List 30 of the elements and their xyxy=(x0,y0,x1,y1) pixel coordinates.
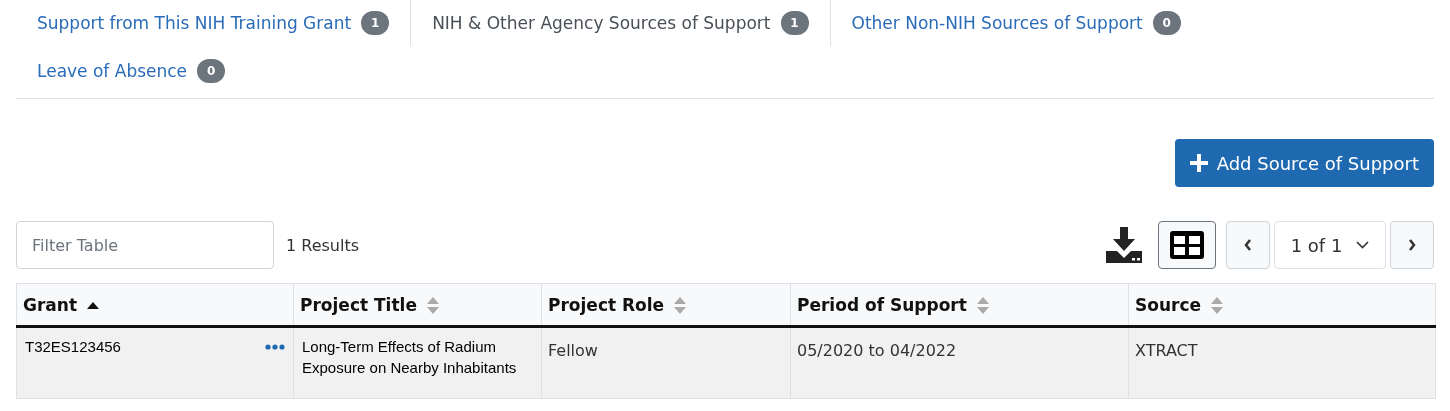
tab[interactable]: Leave of Absence 0 xyxy=(16,59,247,83)
tab[interactable]: Other Non-NIH Sources of Support 0 xyxy=(830,11,1202,35)
chevron-left-icon xyxy=(1244,239,1252,251)
filter-field[interactable]: Filter Table xyxy=(16,221,274,269)
column-header[interactable]: Period of Support xyxy=(790,283,1129,327)
chevron-right-icon xyxy=(1408,239,1416,251)
more-options-icon[interactable] xyxy=(265,344,285,350)
table-cell: Fellow xyxy=(541,326,791,399)
count-badge: 1 xyxy=(780,11,809,35)
chevron-down-icon xyxy=(1356,241,1370,249)
table-cell: XTRACT xyxy=(1128,326,1436,399)
results-count: 1 Results xyxy=(286,235,361,255)
add-source-button[interactable]: Add Source of Support xyxy=(1174,139,1434,187)
column-header[interactable]: Project Title xyxy=(293,283,542,327)
table-cell-text: T32ES123456 xyxy=(25,337,121,357)
column-header[interactable]: Source xyxy=(1128,283,1436,327)
column-header[interactable]: Project Role xyxy=(541,283,791,327)
table-icon xyxy=(1170,231,1204,259)
download-icon[interactable] xyxy=(1106,227,1142,263)
count-badge: 0 xyxy=(1152,11,1181,35)
page-select[interactable]: 1 of 1 xyxy=(1274,221,1386,269)
table-cell: 05/2020 to 04/2022 xyxy=(790,326,1129,399)
tab[interactable]: NIH & Other Agency Sources of Support 1 xyxy=(411,11,830,35)
plus-icon xyxy=(1189,154,1208,172)
column-header[interactable]: Grant xyxy=(16,283,294,327)
table-view-button[interactable] xyxy=(1158,221,1216,269)
table-cell: Long-Term Effects of Radium Exposure on Nearby Inhabitants xyxy=(293,326,542,399)
count-badge: 1 xyxy=(361,11,390,35)
count-badge: 0 xyxy=(197,59,226,83)
tab[interactable]: Support from This NIH Training Grant 1 xyxy=(16,11,411,35)
